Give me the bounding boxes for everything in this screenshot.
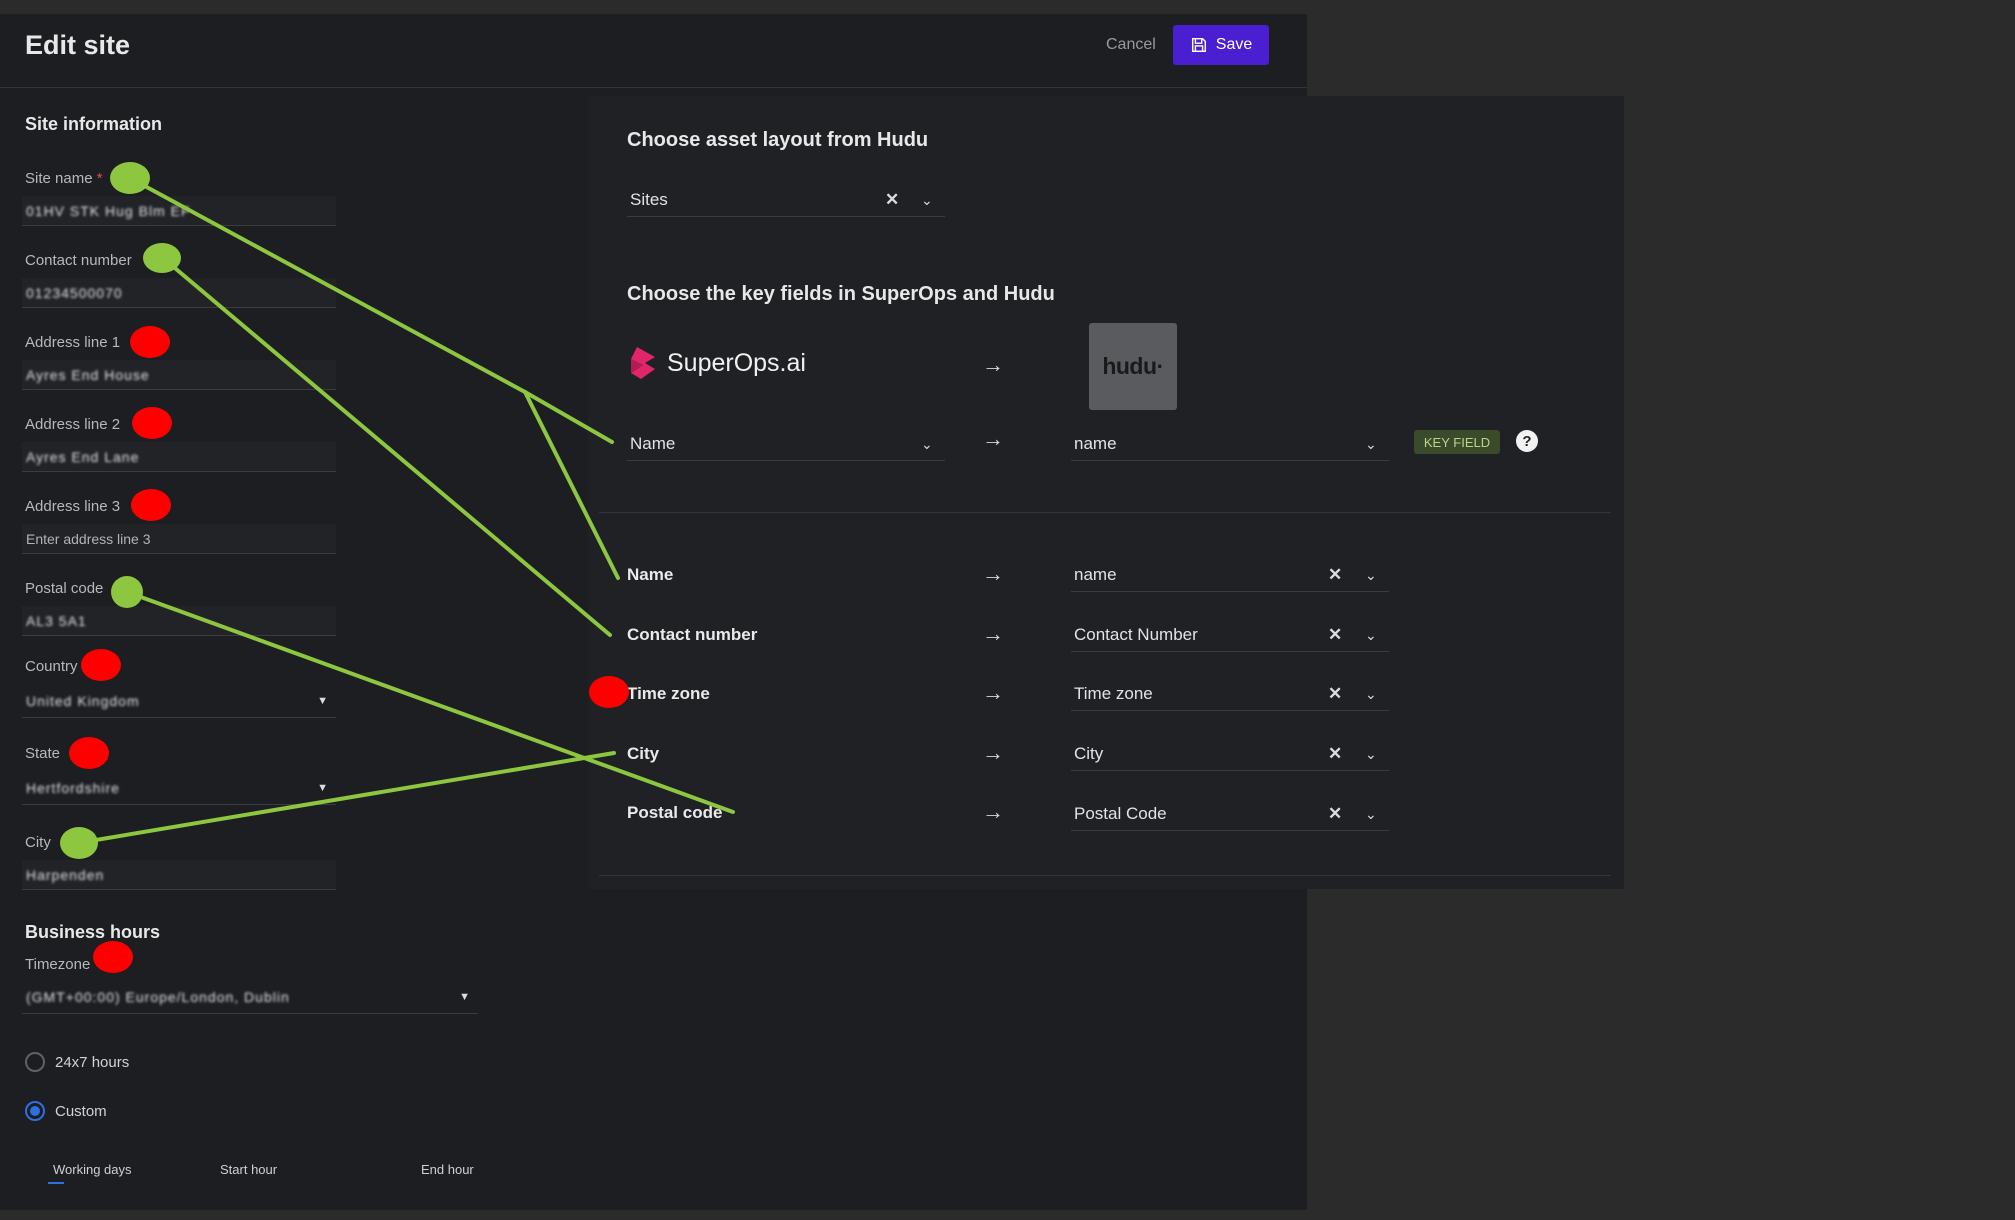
address-line3-label: Address line 3 [25, 498, 121, 515]
hudu-logo-text: hudu· [1102, 353, 1164, 379]
chevron-down-icon[interactable]: ⌄ [1365, 797, 1377, 831]
mapping-right-postal-code[interactable]: Postal Code ✕ ⌄ [1071, 797, 1389, 831]
address-line3-input[interactable]: Enter address line 3 [22, 524, 336, 554]
radio-24x7[interactable] [25, 1052, 45, 1072]
postal-code-input[interactable]: AL3 5A1 [22, 606, 336, 636]
clear-icon[interactable]: ✕ [1328, 558, 1342, 592]
clear-icon[interactable]: ✕ [1328, 677, 1342, 711]
save-button-label: Save [1215, 36, 1253, 53]
arrow-right-icon: → [982, 740, 1004, 765]
end-hour-header: End hour [421, 1162, 474, 1177]
save-icon [1191, 37, 1206, 53]
mapping-left-city: City [627, 744, 660, 763]
timezone-label: Timezone [25, 956, 91, 973]
site-name-input[interactable]: 01HV STK Hug Blm EF [22, 196, 336, 226]
superops-logo: SuperOps.ai [627, 345, 806, 381]
mapping-left-time-zone: Time zone [627, 684, 710, 703]
arrow-right-icon: → [982, 352, 1004, 377]
chevron-down-icon[interactable]: ⌄ [1365, 558, 1377, 592]
asset-layout-value: Sites [630, 190, 668, 209]
city-label: City [25, 834, 51, 851]
divider [599, 512, 1611, 513]
mapping-left-contact-number: Contact number [627, 625, 758, 644]
chevron-down-icon[interactable]: ⌄ [1365, 618, 1377, 652]
asset-layout-select[interactable]: Sites ✕ ⌄ [627, 183, 945, 217]
hudu-logo: hudu· [1089, 323, 1177, 410]
arrow-right-icon: → [982, 561, 1004, 586]
required-mark: * [96, 170, 103, 187]
superops-logo-icon [631, 347, 655, 379]
arrow-right-icon: → [982, 680, 1004, 705]
mapping-right-city[interactable]: City ✕ ⌄ [1071, 737, 1389, 771]
save-button[interactable]: Save [1173, 25, 1269, 65]
mapping-left-postal-code: Postal code [627, 803, 723, 822]
page-title: Edit site [25, 30, 131, 60]
state-label: State [25, 745, 61, 762]
help-icon[interactable]: ? [1516, 430, 1538, 452]
working-days-header: Working days [53, 1162, 132, 1177]
state-select[interactable]: Hertfordshire ▼ [22, 771, 336, 805]
caret-down-icon: ▼ [459, 991, 470, 1003]
radio-custom-label: Custom [55, 1103, 107, 1120]
key-field-hudu-select[interactable]: name ⌄ [1071, 427, 1389, 461]
clear-icon[interactable]: ✕ [885, 183, 899, 217]
contact-number-input[interactable]: 01234500070 [22, 278, 336, 308]
hudu-mapping-panel: Choose asset layout from Hudu Sites ✕ ⌄ … [588, 96, 1624, 889]
site-information-heading: Site information [25, 114, 163, 134]
superops-logo-text: SuperOps.ai [667, 348, 806, 377]
asset-layout-title: Choose asset layout from Hudu [627, 129, 929, 151]
address-line1-label: Address line 1 [25, 334, 121, 351]
city-input[interactable]: Harpenden [22, 860, 336, 890]
tab-indicator [48, 1182, 64, 1184]
timezone-select[interactable]: (GMT+00:00) Europe/London, Dublin ▼ [22, 980, 478, 1014]
chevron-down-icon[interactable]: ⌄ [921, 183, 933, 217]
caret-down-icon: ▼ [317, 782, 328, 794]
clear-icon[interactable]: ✕ [1328, 797, 1342, 831]
country-label: Country [25, 658, 78, 675]
chevron-down-icon[interactable]: ⌄ [921, 427, 933, 461]
contact-number-label: Contact number [25, 252, 132, 269]
key-field-badge: KEY FIELD [1414, 430, 1500, 454]
radio-24x7-label: 24x7 hours [55, 1054, 130, 1071]
address-line2-label: Address line 2 [25, 416, 121, 433]
mapping-right-name[interactable]: name ✕ ⌄ [1071, 558, 1389, 592]
site-name-label: Site name * [25, 170, 103, 187]
address-line1-input[interactable]: Ayres End House [22, 360, 336, 390]
caret-down-icon: ▼ [317, 695, 328, 707]
arrow-right-icon: → [982, 426, 1004, 451]
chevron-down-icon[interactable]: ⌄ [1365, 737, 1377, 771]
address-line2-input[interactable]: Ayres End Lane [22, 442, 336, 472]
arrow-right-icon: → [982, 621, 1004, 646]
clear-icon[interactable]: ✕ [1328, 737, 1342, 771]
cancel-button[interactable]: Cancel [1106, 36, 1156, 54]
business-hours-heading: Business hours [25, 922, 161, 942]
key-fields-title: Choose the key fields in SuperOps and Hu… [627, 283, 1055, 305]
postal-code-label: Postal code [25, 580, 104, 597]
key-field-superops-select[interactable]: Name ⌄ [627, 427, 945, 461]
edit-site-header: Edit site Cancel Save [0, 14, 1307, 88]
chevron-down-icon[interactable]: ⌄ [1365, 427, 1377, 461]
radio-custom[interactable] [25, 1101, 45, 1121]
mapping-right-time-zone[interactable]: Time zone ✕ ⌄ [1071, 677, 1389, 711]
clear-icon[interactable]: ✕ [1328, 618, 1342, 652]
arrow-right-icon: → [982, 799, 1004, 824]
divider [599, 875, 1611, 876]
country-select[interactable]: United Kingdom ▼ [22, 684, 336, 718]
chevron-down-icon[interactable]: ⌄ [1365, 677, 1377, 711]
start-hour-header: Start hour [220, 1162, 278, 1177]
mapping-left-name: Name [627, 565, 674, 584]
mapping-right-contact-number[interactable]: Contact Number ✕ ⌄ [1071, 618, 1389, 652]
